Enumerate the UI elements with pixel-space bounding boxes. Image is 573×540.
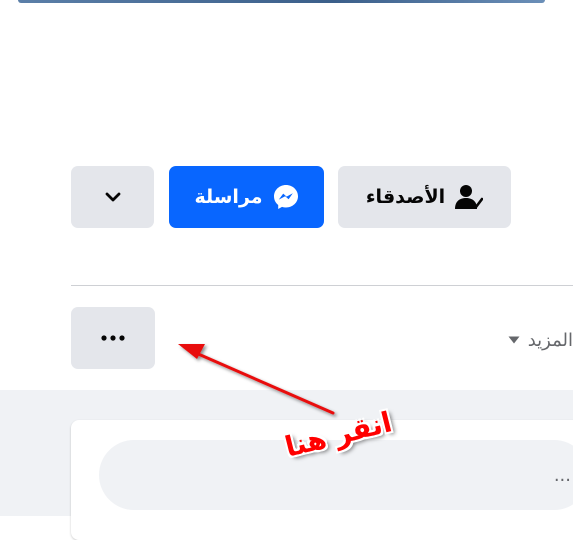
profile-options-button[interactable] [71,307,155,369]
person-check-icon [455,184,484,210]
friends-button-label: الأصدقاء [365,186,446,208]
caret-down-icon [508,336,520,344]
message-button-label: مراسلة [194,186,263,208]
more-actions-dropdown-button[interactable] [71,166,154,228]
message-button[interactable]: مراسلة [169,166,324,228]
friends-button[interactable]: الأصدقاء [338,166,511,228]
cover-photo-edge [18,0,545,3]
tab-more[interactable]: المزيد [508,326,573,354]
messenger-icon [273,184,299,210]
section-divider [71,285,573,286]
chevron-down-icon [105,192,121,202]
composer-placeholder: ... [553,464,571,486]
tab-more-label: المزيد [527,329,573,351]
three-dots-icon [101,335,125,341]
